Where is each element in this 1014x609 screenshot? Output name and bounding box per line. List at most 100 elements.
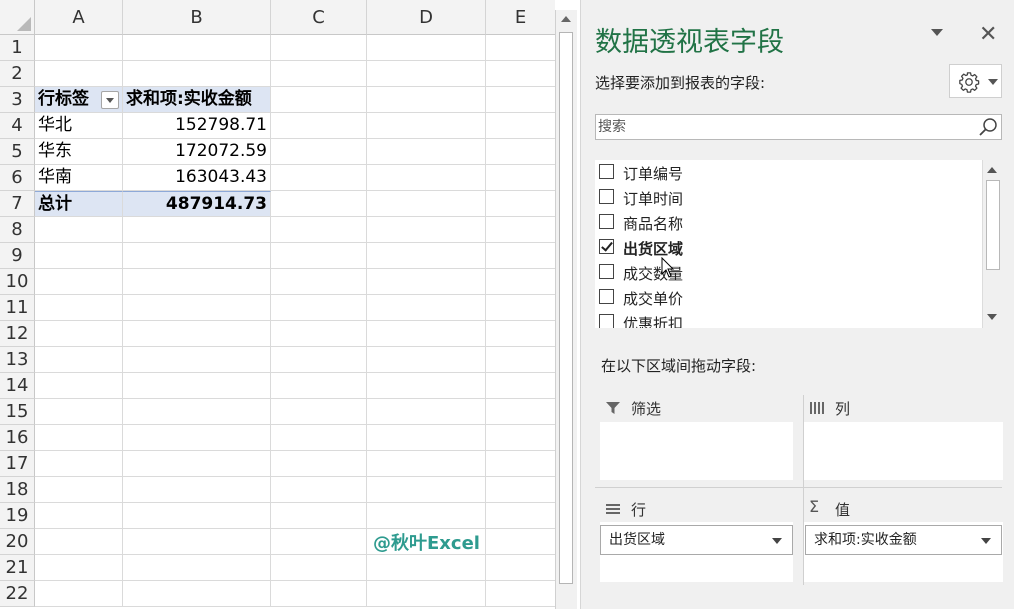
cell-e15[interactable] <box>486 399 555 425</box>
row-header-12[interactable]: 12 <box>0 321 35 347</box>
cell-a19[interactable] <box>35 503 123 529</box>
cell-d19[interactable] <box>367 503 486 529</box>
cell-a18[interactable] <box>35 477 123 503</box>
pivot-row-value[interactable]: 163043.43 <box>123 165 271 191</box>
cell-d14[interactable] <box>367 373 486 399</box>
cell-b18[interactable] <box>123 477 271 503</box>
row-header-20[interactable]: 20 <box>0 529 35 555</box>
column-header-c[interactable]: C <box>271 0 367 35</box>
cell-a13[interactable] <box>35 347 123 373</box>
cell-d1[interactable] <box>367 35 486 61</box>
cell-b17[interactable] <box>123 451 271 477</box>
cell-e16[interactable] <box>486 425 555 451</box>
cell-e11[interactable] <box>486 295 555 321</box>
field-item[interactable]: 成交单价 <box>597 286 977 311</box>
cell-e14[interactable] <box>486 373 555 399</box>
cell-e4[interactable] <box>486 113 555 139</box>
cell-c19[interactable] <box>271 503 367 529</box>
cell-e8[interactable] <box>486 217 555 243</box>
row-header-11[interactable]: 11 <box>0 295 35 321</box>
cell-d16[interactable] <box>367 425 486 451</box>
pivot-row-label[interactable]: 华东 <box>35 139 123 165</box>
cell-b16[interactable] <box>123 425 271 451</box>
cell-e7[interactable] <box>486 191 555 217</box>
pivot-total-value[interactable]: 487914.73 <box>123 191 271 217</box>
cell-d15[interactable] <box>367 399 486 425</box>
cell-c17[interactable] <box>271 451 367 477</box>
field-list[interactable]: 订单编号 订单时间 商品名称 出货区域 成交数量 成交单价 优惠折扣 <box>595 160 1002 328</box>
cell-c18[interactable] <box>271 477 367 503</box>
pivot-row-label[interactable]: 华南 <box>35 165 123 191</box>
field-item[interactable]: 成交数量 <box>597 261 977 286</box>
field-checkbox[interactable] <box>599 214 614 229</box>
field-item[interactable]: 出货区域 <box>597 236 977 261</box>
cell-b9[interactable] <box>123 243 271 269</box>
columns-drop-zone[interactable] <box>804 422 1003 480</box>
field-checkbox[interactable] <box>599 239 614 254</box>
cell-a15[interactable] <box>35 399 123 425</box>
cell-b8[interactable] <box>123 217 271 243</box>
cell-c10[interactable] <box>271 269 367 295</box>
cell-d3[interactable] <box>367 87 486 113</box>
sheet-vertical-scrollbar[interactable] <box>555 10 577 609</box>
cell-e19[interactable] <box>486 503 555 529</box>
field-item[interactable]: 订单编号 <box>597 161 977 186</box>
cell-c22[interactable] <box>271 581 367 607</box>
scroll-down-arrow-icon[interactable] <box>987 314 997 320</box>
cell-d8[interactable] <box>367 217 486 243</box>
cell-c8[interactable] <box>271 217 367 243</box>
cell-a14[interactable] <box>35 373 123 399</box>
row-header-4[interactable]: 4 <box>0 113 35 139</box>
value-field-pill[interactable]: 求和项:实收金额 <box>805 525 1002 555</box>
row-header-19[interactable]: 19 <box>0 503 35 529</box>
row-header-22[interactable]: 22 <box>0 581 35 607</box>
row-header-9[interactable]: 9 <box>0 243 35 269</box>
field-search-input[interactable]: 搜索 <box>595 114 1002 140</box>
row-header-21[interactable]: 21 <box>0 555 35 581</box>
row-header-18[interactable]: 18 <box>0 477 35 503</box>
cell-e9[interactable] <box>486 243 555 269</box>
cell-d5[interactable] <box>367 139 486 165</box>
cell-d4[interactable] <box>367 113 486 139</box>
cell-c9[interactable] <box>271 243 367 269</box>
cell-d22[interactable] <box>367 581 486 607</box>
cell-c1[interactable] <box>271 35 367 61</box>
cell-a16[interactable] <box>35 425 123 451</box>
cell-b1[interactable] <box>123 35 271 61</box>
row-header-13[interactable]: 13 <box>0 347 35 373</box>
cell-d12[interactable] <box>367 321 486 347</box>
cell-e12[interactable] <box>486 321 555 347</box>
row-header-7[interactable]: 7 <box>0 191 35 217</box>
row-header-5[interactable]: 5 <box>0 139 35 165</box>
cell-e5[interactable] <box>486 139 555 165</box>
cell-a21[interactable] <box>35 555 123 581</box>
field-item[interactable]: 商品名称 <box>597 211 977 236</box>
cell-d21[interactable] <box>367 555 486 581</box>
scrollbar-thumb[interactable] <box>986 180 1000 270</box>
pivot-value-header[interactable]: 求和项:实收金额 <box>123 87 271 113</box>
search-icon[interactable] <box>978 117 998 137</box>
cell-e18[interactable] <box>486 477 555 503</box>
tools-button[interactable] <box>949 64 1002 98</box>
field-checkbox[interactable] <box>599 314 614 328</box>
cell-d6[interactable] <box>367 165 486 191</box>
cell-a11[interactable] <box>35 295 123 321</box>
cell-c16[interactable] <box>271 425 367 451</box>
field-list-scrollbar[interactable] <box>982 160 1002 328</box>
cell-d7[interactable] <box>367 191 486 217</box>
cell-d17[interactable] <box>367 451 486 477</box>
pane-options-dropdown-icon[interactable] <box>931 29 943 36</box>
cell-a9[interactable] <box>35 243 123 269</box>
cell-e1[interactable] <box>486 35 555 61</box>
row-field-pill[interactable]: 出货区域 <box>600 525 793 555</box>
cell-c4[interactable] <box>271 113 367 139</box>
cell-a22[interactable] <box>35 581 123 607</box>
cell-a1[interactable] <box>35 35 123 61</box>
cell-a17[interactable] <box>35 451 123 477</box>
field-checkbox[interactable] <box>599 164 614 179</box>
cell-d18[interactable] <box>367 477 486 503</box>
cell-e20[interactable] <box>486 529 555 555</box>
close-icon[interactable]: ✕ <box>979 22 997 47</box>
cell-c20[interactable] <box>271 529 367 555</box>
column-header-b[interactable]: B <box>123 0 271 35</box>
